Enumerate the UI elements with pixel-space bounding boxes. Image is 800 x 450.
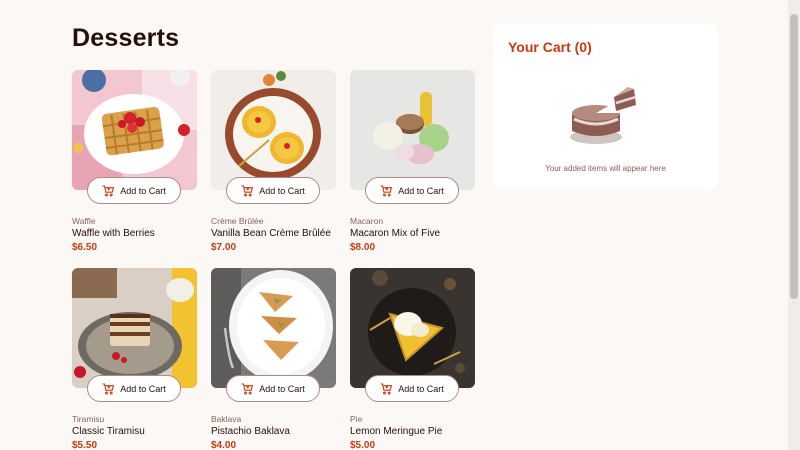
creme-brulee-image — [211, 70, 336, 190]
product-price: $8.00 — [350, 242, 376, 253]
cart-title: Your Cart (0) — [508, 39, 592, 55]
product-name: Pistachio Baklava — [211, 426, 290, 437]
cart-icon — [102, 184, 115, 197]
add-to-cart-button[interactable]: Add to Cart — [226, 177, 320, 204]
cart-icon — [241, 382, 254, 395]
product-category: Pie — [350, 414, 363, 424]
product-card: Add to Cart Crème Brûlée Vanilla Bean Cr… — [211, 70, 336, 253]
product-price: $7.00 — [211, 242, 237, 253]
product-price: $5.00 — [350, 440, 376, 450]
cart-icon — [102, 382, 115, 395]
add-to-cart-label: Add to Cart — [398, 383, 444, 394]
cart-panel: Your Cart (0) Your added items will appe… — [493, 23, 718, 189]
product-price: $5.50 — [72, 440, 98, 450]
product-card: Add to Cart Tiramisu Classic Tiramisu $5… — [72, 268, 197, 450]
product-name: Classic Tiramisu — [72, 426, 145, 437]
cart-icon — [380, 382, 393, 395]
product-card: Add to Cart Pie Lemon Meringue Pie $5.00 — [350, 268, 475, 450]
empty-cake-icon — [568, 83, 642, 154]
product-card: Add to Cart Baklava Pistachio Baklava $4… — [211, 268, 336, 450]
add-to-cart-button[interactable]: Add to Cart — [87, 375, 181, 402]
pie-image — [350, 268, 475, 388]
product-category: Crème Brûlée — [211, 216, 264, 226]
product-name: Vanilla Bean Crème Brûlée — [211, 228, 331, 239]
cart-icon — [380, 184, 393, 197]
add-to-cart-label: Add to Cart — [120, 185, 166, 196]
waffle-image — [72, 70, 197, 190]
add-to-cart-label: Add to Cart — [398, 185, 444, 196]
product-name: Macaron Mix of Five — [350, 228, 441, 239]
product-category: Macaron — [350, 216, 384, 226]
add-to-cart-label: Add to Cart — [120, 383, 166, 394]
tiramisu-image — [72, 268, 197, 388]
cart-empty-text: Your added items will appear here — [545, 164, 666, 173]
add-to-cart-label: Add to Cart — [259, 185, 305, 196]
page-title: Desserts — [72, 24, 180, 52]
add-to-cart-label: Add to Cart — [259, 383, 305, 394]
product-card: Add to Cart Waffle Waffle with Berries $… — [72, 70, 197, 253]
add-to-cart-button[interactable]: Add to Cart — [365, 177, 459, 204]
product-category: Waffle — [72, 216, 96, 226]
product-category: Tiramisu — [72, 414, 105, 424]
product-name: Lemon Meringue Pie — [350, 426, 443, 437]
add-to-cart-button[interactable]: Add to Cart — [226, 375, 320, 402]
product-card: Add to Cart Macaron Macaron Mix of Five … — [350, 70, 475, 253]
product-price: $6.50 — [72, 242, 98, 253]
page-scrollbar[interactable] — [788, 0, 800, 450]
product-name: Waffle with Berries — [72, 228, 155, 239]
add-to-cart-button[interactable]: Add to Cart — [365, 375, 459, 402]
cart-icon — [241, 184, 254, 197]
product-price: $4.00 — [211, 440, 237, 450]
scrollbar-thumb[interactable] — [790, 14, 798, 299]
add-to-cart-button[interactable]: Add to Cart — [87, 177, 181, 204]
baklava-image — [211, 268, 336, 388]
macaron-image — [350, 70, 475, 190]
product-category: Baklava — [211, 414, 242, 424]
